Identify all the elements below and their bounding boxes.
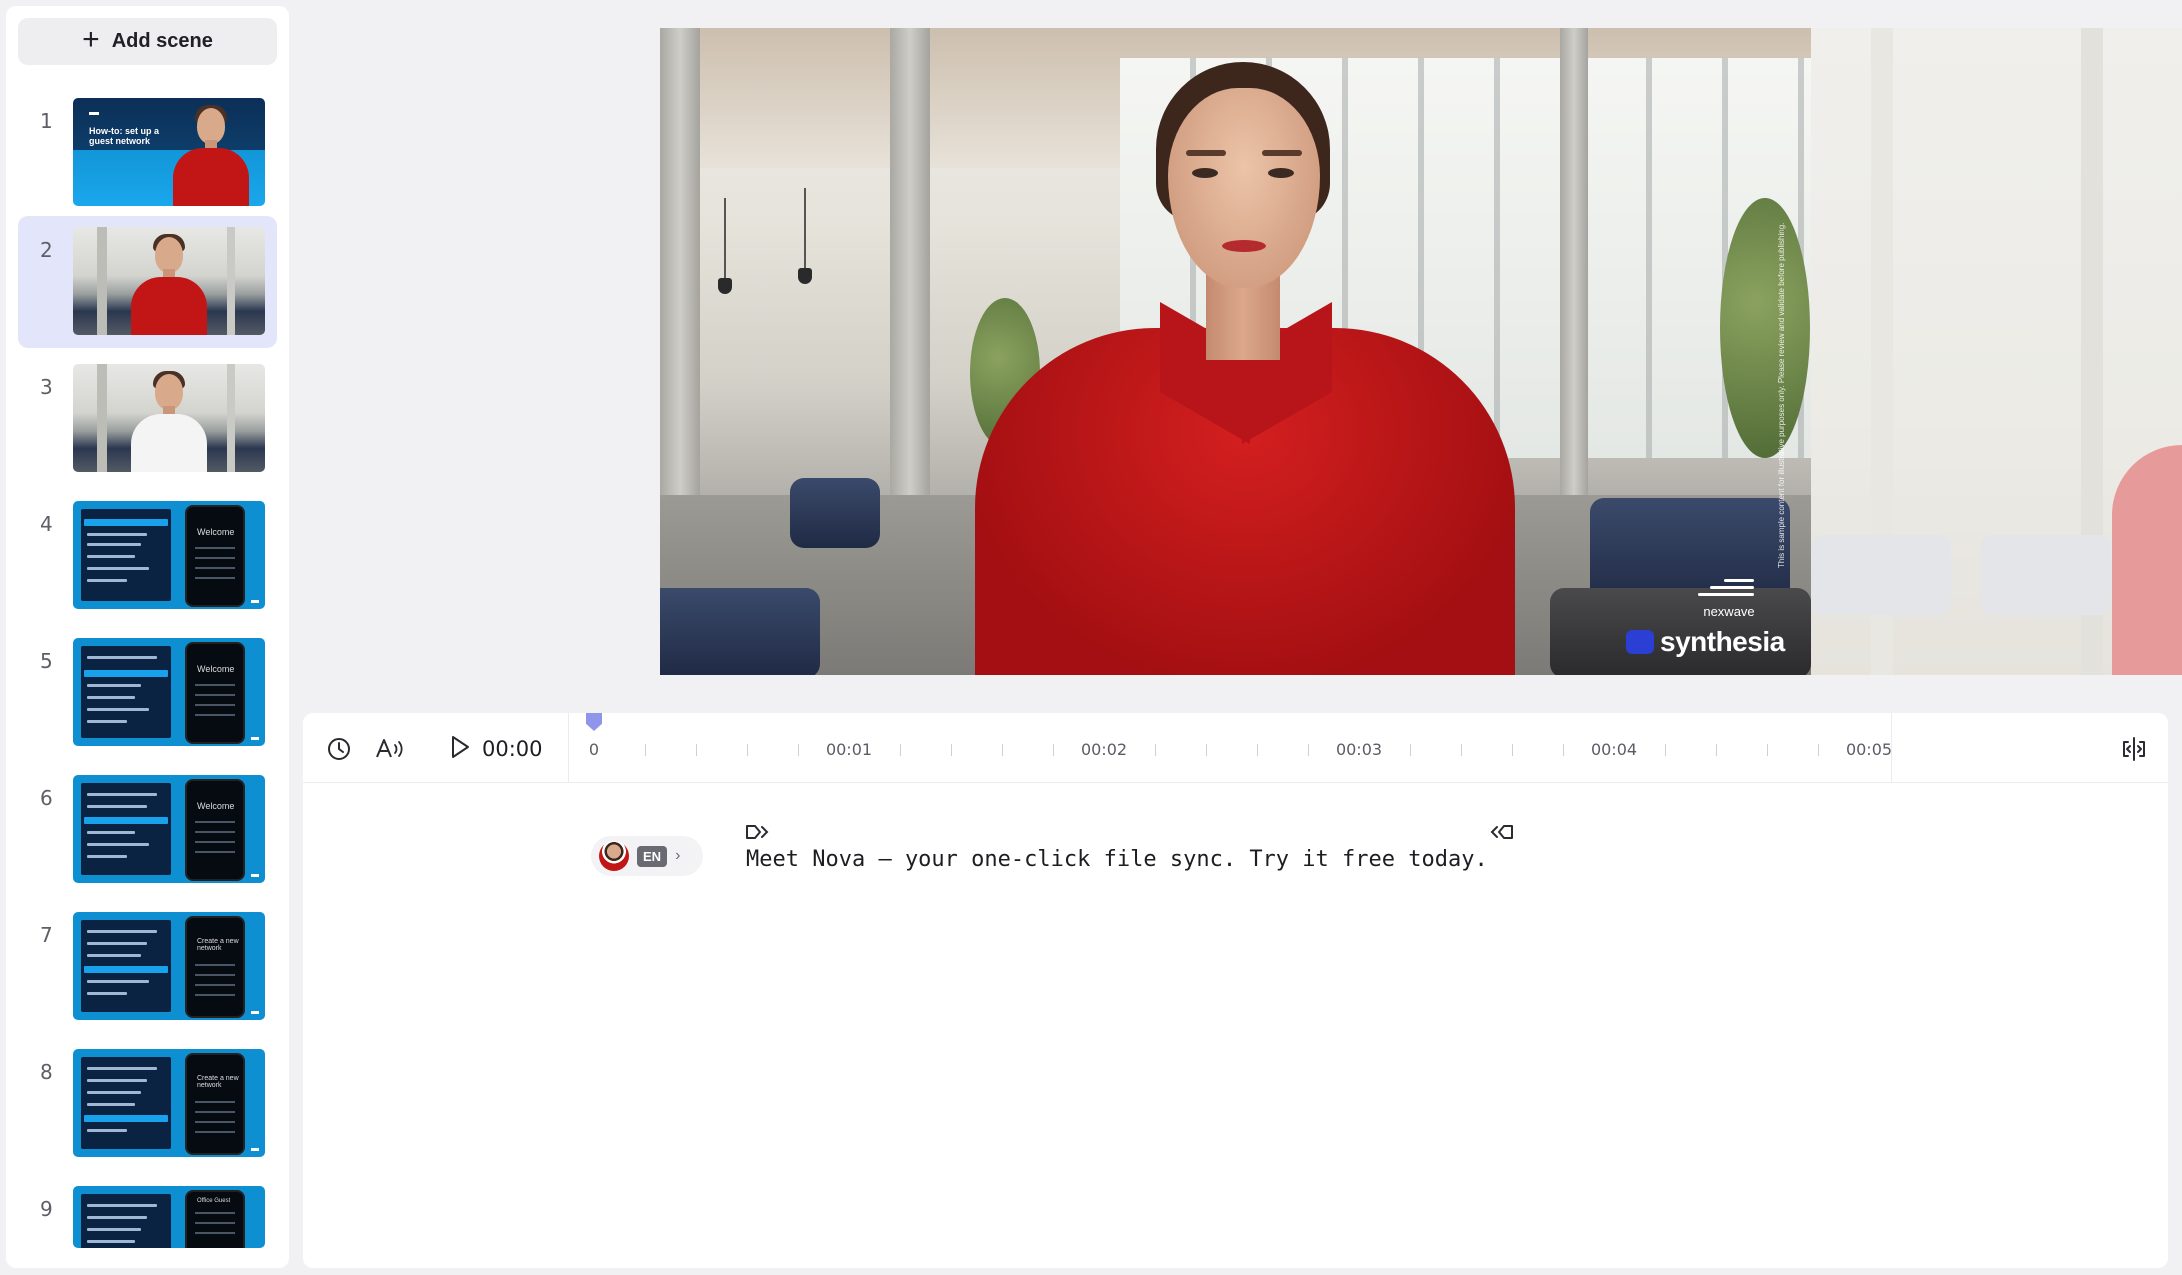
- brand-logo-icon: [251, 737, 259, 740]
- scene-thumbnail[interactable]: Welcome: [73, 775, 265, 883]
- script-text[interactable]: Meet Nova — your one-click file sync. Tr…: [746, 847, 1488, 872]
- tick-mark: [1155, 744, 1156, 756]
- tick-mark: [1512, 744, 1513, 756]
- chevron-right-icon: ›: [675, 847, 681, 864]
- brand-logo-icon: [251, 1011, 259, 1014]
- instruction-list: [81, 1194, 171, 1248]
- scene-thumbnail[interactable]: [73, 227, 265, 335]
- scene-item-1[interactable]: 1 How-to: set up a guest network: [18, 87, 277, 219]
- tick-mark: [1461, 744, 1462, 756]
- scene-number: 7: [40, 923, 53, 947]
- phone-mockup: Welcome: [185, 779, 245, 881]
- next-scene-preview: [1811, 28, 2182, 675]
- tick-mark: [900, 744, 901, 756]
- instruction-list: [81, 509, 171, 601]
- scene-thumbnail[interactable]: [73, 364, 265, 472]
- scene-panel: + Add scene 1 How-to: set up a guest net…: [6, 6, 289, 1268]
- brand-name: nexwave: [1703, 604, 1755, 619]
- scene-item-2[interactable]: 2: [18, 216, 277, 348]
- voice-avatar: [599, 841, 629, 871]
- tick-mark: [1410, 744, 1411, 756]
- tick-mark: [696, 744, 697, 756]
- scene-thumbnail[interactable]: Welcome: [73, 638, 265, 746]
- scene-number: 3: [40, 375, 53, 399]
- tick-label: 00:03: [1335, 740, 1383, 759]
- instruction-list: [81, 783, 171, 875]
- add-scene-label: Add scene: [111, 30, 213, 52]
- avatar-figure: [131, 231, 207, 335]
- script-editor: 00:00 0 00:01 00:02 00:03 00:04 00:05 EN › Me…: [303, 713, 2168, 1268]
- tick-mark: [1308, 744, 1309, 756]
- scene-number: 5: [40, 649, 53, 673]
- split-scene-icon[interactable]: [2120, 735, 2148, 763]
- scene-thumbnail-title: How-to: set up a guest network: [89, 126, 159, 146]
- scene-thumbnail[interactable]: Welcome: [73, 501, 265, 609]
- plus-icon: +: [82, 23, 100, 56]
- tick-mark: [951, 744, 952, 756]
- timeline-ruler[interactable]: 0 00:01 00:02 00:03 00:04 00:05: [303, 713, 1893, 783]
- scene-item-6[interactable]: 6 Welcome: [18, 764, 277, 896]
- scene-thumbnail[interactable]: How-to: set up a guest network: [73, 98, 265, 206]
- tick-mark: [1257, 744, 1258, 756]
- scene-item-8[interactable]: 8 Create a new network: [18, 1038, 277, 1170]
- tick-label: 00:01: [825, 740, 873, 759]
- voice-selector[interactable]: EN ›: [591, 836, 703, 876]
- timeline-toolbar: 00:00 0 00:01 00:02 00:03 00:04 00:05: [303, 713, 2168, 783]
- watermark: synthesia: [1626, 624, 1785, 660]
- nexwave-logo-icon: [1698, 579, 1754, 605]
- scene-thumbnail[interactable]: Create a new network: [73, 1049, 265, 1157]
- tick-mark: [1716, 744, 1717, 756]
- tick-mark: [1206, 744, 1207, 756]
- marker-end-icon[interactable]: [1489, 821, 1515, 843]
- avatar-figure: [173, 102, 249, 206]
- scene-item-9[interactable]: 9 Office Guest: [18, 1175, 277, 1268]
- brand-logo-icon: [89, 112, 99, 115]
- tick-label: 00:04: [1590, 740, 1638, 759]
- phone-mockup: Create a new network: [185, 916, 245, 1018]
- phone-mockup: Office Guest: [185, 1190, 245, 1248]
- tick-label: 00:02: [1080, 740, 1128, 759]
- tick-label: 00:05: [1845, 740, 1893, 759]
- scene-item-7[interactable]: 7 Create a new network: [18, 901, 277, 1033]
- scene-number: 8: [40, 1060, 53, 1084]
- tick-mark: [747, 744, 748, 756]
- instruction-list: [81, 1057, 171, 1149]
- brand-logo-icon: [251, 600, 259, 603]
- disclaimer-text: This is sample content for illustrative …: [1777, 222, 1786, 568]
- scene-number: 6: [40, 786, 53, 810]
- tick-mark: [1053, 744, 1054, 756]
- add-scene-button[interactable]: + Add scene: [18, 18, 277, 65]
- brand-logo-icon: [251, 874, 259, 877]
- scene-number: 4: [40, 512, 53, 536]
- phone-mockup: Welcome: [185, 642, 245, 744]
- scene-number: 9: [40, 1197, 53, 1221]
- brand-logo-icon: [251, 1148, 259, 1151]
- instruction-list: [81, 646, 171, 738]
- phone-mockup: Welcome: [185, 505, 245, 607]
- scene-item-4[interactable]: 4 Welcome: [18, 490, 277, 622]
- avatar-figure: [131, 368, 207, 472]
- tick-mark: [645, 744, 646, 756]
- synthesia-logo-icon: [1626, 630, 1654, 654]
- marker-start-icon[interactable]: [744, 821, 770, 843]
- scene-item-3[interactable]: 3: [18, 353, 277, 485]
- video-preview[interactable]: This is sample content for illustrative …: [660, 28, 1811, 675]
- tick-mark: [1563, 744, 1564, 756]
- scene-thumbnail[interactable]: Create a new network: [73, 912, 265, 1020]
- tick-mark: [798, 744, 799, 756]
- scene-item-5[interactable]: 5 Welcome: [18, 627, 277, 759]
- tick-mark: [1665, 744, 1666, 756]
- presenter-avatar: [960, 28, 1520, 675]
- tick-mark: [1818, 744, 1819, 756]
- scene-number: 2: [40, 238, 53, 262]
- scene-number: 1: [40, 109, 53, 133]
- tick-mark: [1767, 744, 1768, 756]
- language-badge: EN: [637, 845, 668, 867]
- scene-thumbnail[interactable]: Office Guest: [73, 1186, 265, 1248]
- tick-label: 0: [588, 740, 600, 759]
- instruction-list: [81, 920, 171, 1012]
- phone-mockup: Create a new network: [185, 1053, 245, 1155]
- tick-mark: [1002, 744, 1003, 756]
